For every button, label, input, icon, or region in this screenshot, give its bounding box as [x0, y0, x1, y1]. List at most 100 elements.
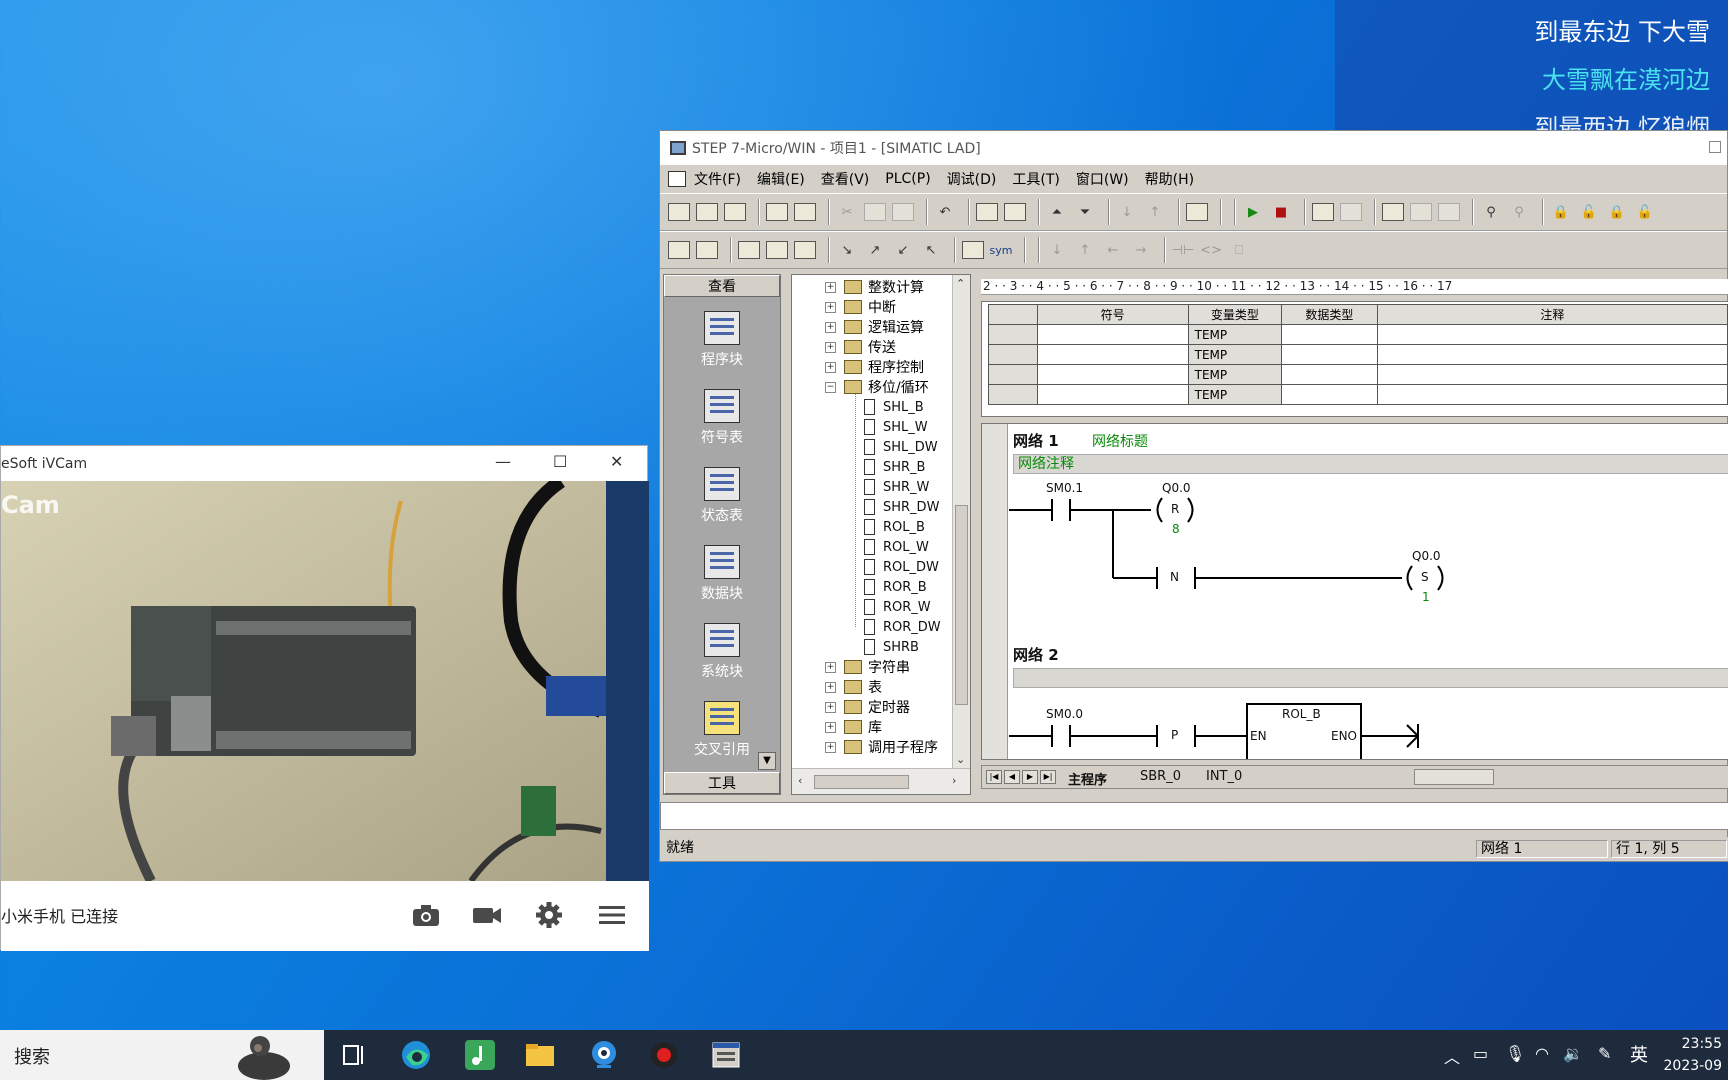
- tree-folder-library[interactable]: + 库: [825, 717, 882, 737]
- box-instruction-name[interactable]: ROL_B: [1282, 707, 1321, 721]
- tree-folder-move[interactable]: + 传送: [825, 337, 896, 357]
- upload-icon[interactable]: ⏶: [1046, 201, 1068, 223]
- menu-view[interactable]: 查看(V): [821, 169, 870, 189]
- positive-edge-contact[interactable]: P: [1171, 728, 1178, 742]
- table-cell[interactable]: [1036, 344, 1189, 365]
- table-row[interactable]: TEMP: [988, 364, 1728, 385]
- music-app-icon[interactable]: [462, 1037, 498, 1073]
- menu-icon[interactable]: [597, 900, 627, 930]
- coil-reset-count[interactable]: 8: [1172, 522, 1180, 536]
- table-cell[interactable]: [988, 324, 1038, 345]
- tree-leaf-shl-w[interactable]: SHL_W: [864, 417, 928, 437]
- tree-leaf-ror-w[interactable]: ROR_W: [864, 597, 931, 617]
- table-cell[interactable]: [988, 384, 1038, 405]
- download-icon[interactable]: ⏷: [1074, 201, 1096, 223]
- insert-network-icon[interactable]: [668, 241, 690, 259]
- close-icon[interactable]: ✕: [610, 452, 623, 471]
- unforce-icon[interactable]: ⚲: [1508, 201, 1530, 223]
- chart-status-icon[interactable]: [1382, 203, 1404, 221]
- tree-leaf-shl-b[interactable]: SHL_B: [864, 397, 924, 417]
- ladder-editor[interactable]: 网络 1 网络标题 网络注释 SM0.1 Q0.0 R 8 N Q0.0 S 1…: [981, 423, 1728, 760]
- search-box[interactable]: 搜索: [0, 1030, 324, 1080]
- tree-leaf-shrb[interactable]: SHRB: [864, 637, 919, 657]
- clock[interactable]: 23:55 2023-09: [1664, 1033, 1723, 1077]
- contact-sm01-label[interactable]: SM0.1: [1046, 481, 1083, 495]
- table-row[interactable]: TEMP: [988, 384, 1728, 405]
- program-status-icon[interactable]: [1312, 203, 1334, 221]
- gear-icon[interactable]: [534, 900, 564, 930]
- compile-icon[interactable]: [976, 203, 998, 221]
- network-2-comment[interactable]: [1013, 668, 1728, 688]
- nav-item-status-chart[interactable]: 状态表: [664, 467, 780, 525]
- lock-icon[interactable]: 🔒: [1550, 201, 1572, 223]
- write-all-icon[interactable]: [1438, 203, 1460, 221]
- table-cell-var-type[interactable]: TEMP: [1187, 384, 1283, 405]
- tree-leaf-ror-b[interactable]: ROR_B: [864, 577, 927, 597]
- nav-item-data-block[interactable]: 数据块: [664, 545, 780, 603]
- tree-leaf-rol-dw[interactable]: ROL_DW: [864, 557, 939, 577]
- nav-item-program-block[interactable]: 程序块: [664, 311, 780, 369]
- toggle-poi-icon[interactable]: [738, 241, 760, 259]
- run-icon[interactable]: ▶: [1242, 201, 1264, 223]
- print-preview-icon[interactable]: [794, 203, 816, 221]
- coil-set-count[interactable]: 1: [1422, 590, 1430, 604]
- symbol-toggle-icon[interactable]: sym: [990, 239, 1013, 261]
- nav-item-cross-reference[interactable]: 交叉引用 ▼: [664, 701, 780, 770]
- network-2-label[interactable]: 网络 2: [1013, 644, 1059, 665]
- table-cell-var-type[interactable]: TEMP: [1187, 364, 1283, 385]
- microphone-icon[interactable]: 🎙: [1505, 1044, 1525, 1063]
- undo-icon[interactable]: ↶: [934, 201, 956, 223]
- tree-leaf-ror-dw[interactable]: ROR_DW: [864, 617, 941, 637]
- open-icon[interactable]: [696, 203, 718, 221]
- line-down-icon[interactable]: ↘: [836, 239, 858, 261]
- table-cell[interactable]: [1281, 324, 1378, 345]
- options-icon[interactable]: [1186, 203, 1208, 221]
- table-row[interactable]: TEMP: [988, 344, 1728, 365]
- down-line-icon[interactable]: ↓: [1046, 239, 1068, 261]
- table-cell[interactable]: [1376, 364, 1728, 385]
- tree-leaf-shl-dw[interactable]: SHL_DW: [864, 437, 938, 457]
- sort-ascending-icon[interactable]: ↓: [1116, 201, 1138, 223]
- delete-network-icon[interactable]: [696, 241, 718, 259]
- step7-title-bar[interactable]: STEP 7-Micro/WIN - 项目1 - [SIMATIC LAD]: [660, 131, 1727, 165]
- pen-icon[interactable]: ✎: [1598, 1044, 1611, 1063]
- wifi-icon[interactable]: ◠: [1535, 1044, 1549, 1063]
- line-up-icon[interactable]: ↗: [864, 239, 886, 261]
- file-explorer-icon[interactable]: [522, 1037, 558, 1073]
- table-cell[interactable]: [1376, 344, 1728, 365]
- line-right-icon[interactable]: ↖: [920, 239, 942, 261]
- output-window[interactable]: [660, 802, 1728, 830]
- contact-icon[interactable]: ⊣⊢: [1172, 239, 1195, 261]
- tabs-horizontal-scrollbar[interactable]: [1414, 769, 1494, 785]
- scroll-down-icon[interactable]: ⌄: [956, 753, 965, 766]
- tree-vertical-scrollbar[interactable]: ⌃ ⌄: [952, 275, 970, 768]
- tab-main-program[interactable]: 主程序: [1068, 769, 1107, 788]
- table-cell[interactable]: [1281, 364, 1378, 385]
- cut-icon[interactable]: ✂: [836, 201, 858, 223]
- sort-descending-icon[interactable]: ↑: [1144, 201, 1166, 223]
- tree-leaf-rol-w[interactable]: ROL_W: [864, 537, 929, 557]
- up-line-icon[interactable]: ↑: [1074, 239, 1096, 261]
- tree-folder-logic[interactable]: + 逻辑运算: [825, 317, 924, 337]
- single-read-icon[interactable]: [1410, 203, 1432, 221]
- table-cell[interactable]: [1376, 384, 1728, 405]
- scrollbar-thumb[interactable]: [955, 505, 968, 705]
- scrollbar-thumb[interactable]: [814, 775, 909, 789]
- task-view-icon[interactable]: [336, 1037, 372, 1073]
- tree-horizontal-scrollbar[interactable]: ‹ ›: [792, 768, 970, 794]
- ivcam-title-bar[interactable]: eSoft iVCam — ☐ ✕: [1, 446, 647, 481]
- negative-edge-contact[interactable]: N: [1170, 570, 1179, 584]
- table-cell[interactable]: [1376, 324, 1728, 345]
- table-cell[interactable]: [988, 344, 1038, 365]
- expand-icon[interactable]: +: [825, 681, 836, 693]
- chevron-up-icon[interactable]: ︿: [1444, 1044, 1460, 1068]
- expand-icon[interactable]: +: [825, 321, 836, 333]
- tree-leaf-shr-w[interactable]: SHR_W: [864, 477, 929, 497]
- menu-edit[interactable]: 编辑(E): [757, 169, 805, 189]
- tree-leaf-shr-b[interactable]: SHR_B: [864, 457, 925, 477]
- maximize-button[interactable]: [1709, 141, 1721, 153]
- menu-debug[interactable]: 调试(D): [947, 169, 997, 189]
- unlock-icon[interactable]: 🔓: [1578, 201, 1600, 223]
- maximize-icon[interactable]: ☐: [553, 452, 567, 471]
- right-line-icon[interactable]: →: [1130, 239, 1152, 261]
